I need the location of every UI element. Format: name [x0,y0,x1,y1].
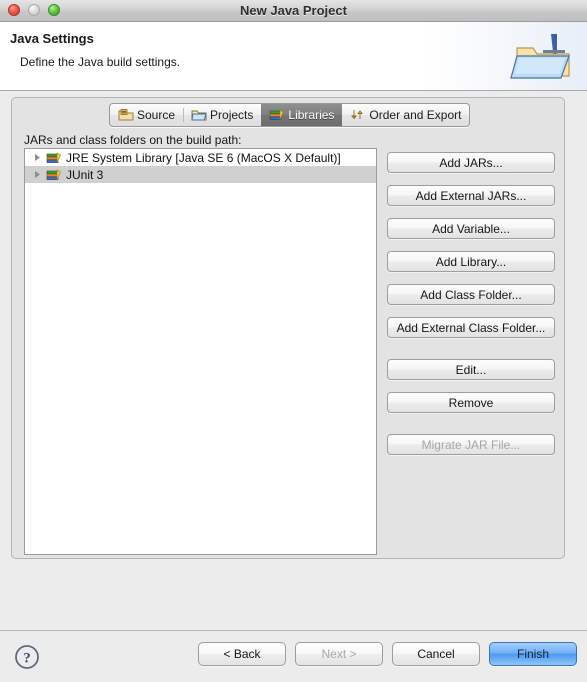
add-jars-button[interactable]: Add JARs... [387,152,555,173]
add-class-folder-button[interactable]: Add Class Folder... [387,284,555,305]
collapsed-arrow-icon[interactable] [33,170,42,179]
library-books-icon [46,151,61,163]
svg-text:?: ? [23,651,31,667]
window-title: New Java Project [240,3,347,18]
order-export-arrows-icon [351,110,364,120]
settings-tabbar: Source Projects Libraries Order and Expo… [109,103,471,127]
build-path-tree[interactable]: JRE System Library [Java SE 6 (MacOS X D… [24,148,377,555]
add-external-class-folder-button[interactable]: Add External Class Folder... [387,317,555,338]
tab-order-and-export[interactable]: Order and Export [342,104,469,126]
tab-projects[interactable]: Projects [183,104,261,126]
finish-button[interactable]: Finish [489,642,577,666]
tree-item-label: JRE System Library [Java SE 6 (MacOS X D… [66,150,341,165]
tree-item-label: JUnit 3 [66,167,104,182]
tab-libraries-label: Libraries [288,108,335,122]
page-title: Java Settings [10,31,94,46]
tree-item-jre-system-library[interactable]: JRE System Library [Java SE 6 (MacOS X D… [25,149,376,166]
wizard-footer-buttons: < Back Next > Cancel Finish [198,642,577,666]
libraries-books-icon [270,109,284,121]
cancel-button[interactable]: Cancel [392,642,480,666]
wizard-header: Java Settings Define the Java build sett… [0,22,587,91]
help-question-icon[interactable]: ? [14,644,40,670]
tab-libraries[interactable]: Libraries [261,104,343,126]
migrate-jar-file-button: Migrate JAR File... [387,434,555,455]
add-library-button[interactable]: Add Library... [387,251,555,272]
new-java-project-window: New Java Project Java Settings Define th… [0,0,587,682]
collapsed-arrow-icon[interactable] [33,153,42,162]
remove-button[interactable]: Remove [387,392,555,413]
source-folder-icon [118,109,134,121]
tree-label: JARs and class folders on the build path… [24,133,242,147]
projects-folder-icon [191,110,207,121]
window-titlebar: New Java Project [0,0,587,22]
next-button: Next > [295,642,383,666]
add-external-jars-button[interactable]: Add External JARs... [387,185,555,206]
page-subtitle: Define the Java build settings. [20,55,181,69]
wizard-footer: ? < Back Next > Cancel Finish [0,630,587,682]
tab-projects-label: Projects [210,108,254,122]
add-variable-button[interactable]: Add Variable... [387,218,555,239]
java-project-folder-icon [510,34,570,79]
edit-button[interactable]: Edit... [387,359,555,380]
tree-item-junit-3[interactable]: JUnit 3 [25,166,376,183]
tab-source[interactable]: Source [110,104,183,126]
build-path-actions: Add JARs... Add External JARs... Add Var… [387,152,555,467]
tab-order-and-export-label: Order and Export [369,108,462,122]
library-books-icon [46,168,61,180]
back-button[interactable]: < Back [198,642,286,666]
tab-source-label: Source [137,108,176,122]
